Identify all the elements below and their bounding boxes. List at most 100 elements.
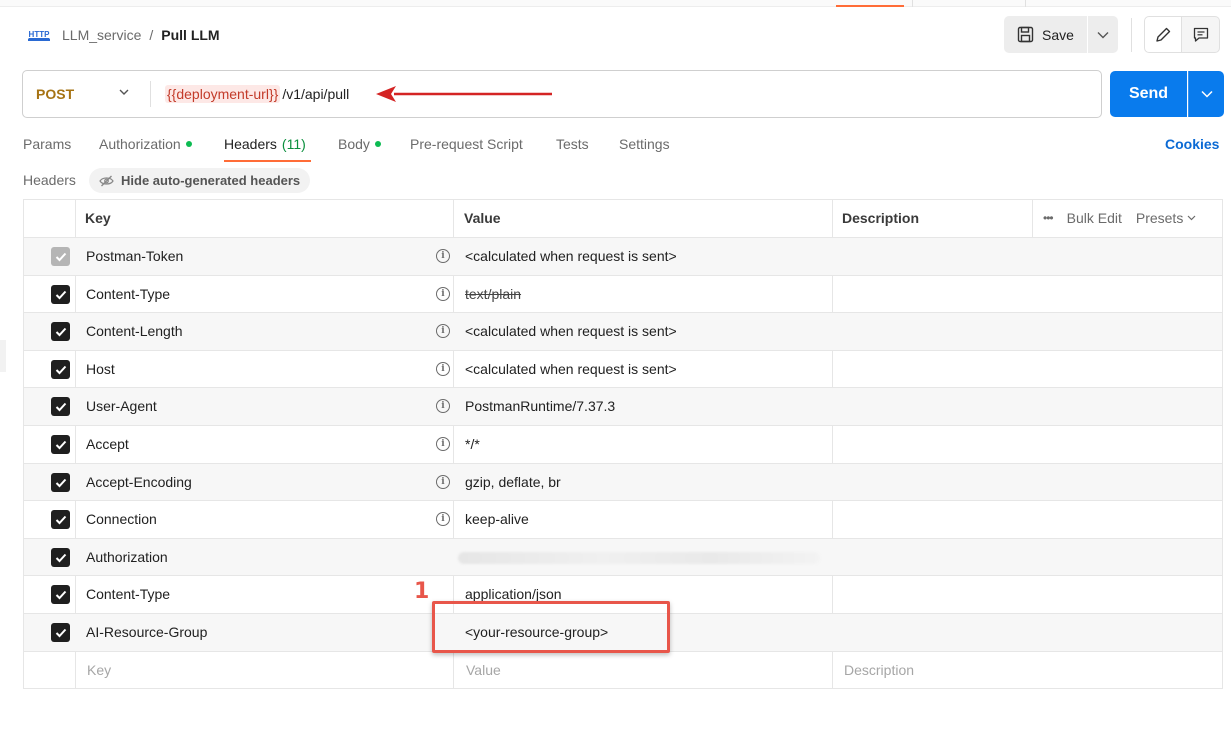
row-checkbox — [51, 247, 70, 266]
hide-auto-headers-label: Hide auto-generated headers — [121, 173, 301, 188]
header-value[interactable]: <calculated when request is sent> — [465, 361, 677, 377]
info-icon[interactable]: i — [436, 324, 450, 338]
row-checkbox[interactable] — [51, 397, 70, 416]
tab-params[interactable]: Params — [23, 136, 71, 152]
tab-label: Headers — [224, 136, 277, 152]
row-checkbox[interactable] — [51, 285, 70, 304]
new-description-input[interactable]: Description — [844, 662, 914, 678]
table-row: Content-Type i text/plain — [24, 275, 1222, 313]
header-key[interactable]: Postman-Token — [86, 248, 183, 264]
header-key[interactable]: Content-Type — [86, 286, 170, 302]
tab-tests[interactable]: Tests — [556, 136, 589, 152]
presets-label: Presets — [1135, 210, 1184, 226]
row-checkbox[interactable] — [51, 322, 70, 341]
sidebar-edge — [0, 340, 6, 372]
header-value[interactable]: gzip, deflate, br — [465, 474, 561, 490]
save-button[interactable]: Save — [1004, 16, 1087, 53]
url-input[interactable]: {{deployment-url}} /v1/api/pull — [165, 85, 349, 103]
header-value[interactable]: <calculated when request is sent> — [465, 248, 677, 264]
row-checkbox[interactable] — [51, 548, 70, 567]
info-icon[interactable]: i — [436, 475, 450, 489]
info-icon[interactable]: i — [436, 399, 450, 413]
checkmark-icon — [55, 590, 66, 599]
header-value[interactable]: PostmanRuntime/7.37.3 — [465, 398, 615, 414]
new-header-row[interactable]: Key Value Description — [24, 651, 1222, 689]
header-key[interactable]: Accept — [86, 436, 129, 452]
checkmark-icon — [55, 252, 66, 261]
chevron-down-icon — [1187, 215, 1196, 221]
header-key[interactable]: User-Agent — [86, 398, 157, 414]
row-checkbox[interactable] — [51, 510, 70, 529]
checkmark-icon — [55, 327, 66, 336]
cookies-link[interactable]: Cookies — [1165, 136, 1219, 152]
comments-button[interactable] — [1182, 16, 1220, 53]
header-key[interactable]: Authorization — [86, 549, 168, 565]
table-row: Accept i */* — [24, 425, 1222, 463]
checkmark-icon — [55, 628, 66, 637]
chevron-down-icon — [1097, 31, 1109, 38]
header-key[interactable]: Content-Length — [86, 323, 183, 339]
table-row: Accept-Encoding i gzip, deflate, br — [24, 463, 1222, 501]
request-url-bar: POST {{deployment-url}} /v1/api/pull — [22, 70, 1102, 118]
chevron-down-icon[interactable] — [117, 85, 131, 99]
info-icon[interactable]: i — [436, 437, 450, 451]
header-key[interactable]: AI-Resource-Group — [86, 624, 207, 640]
annotation-arrow — [376, 86, 552, 102]
tab-label: Tests — [556, 136, 589, 152]
tab-authorization[interactable]: Authorization — [99, 136, 192, 152]
header-value[interactable]: <calculated when request is sent> — [465, 323, 677, 339]
send-button[interactable]: Send — [1110, 71, 1187, 117]
tab-label: Body — [338, 136, 370, 152]
annotation-highlight-box — [432, 601, 670, 653]
more-options-icon[interactable]: ••• — [1043, 211, 1054, 225]
header-value[interactable]: text/plain — [465, 286, 521, 302]
header-key[interactable]: Content-Type — [86, 586, 170, 602]
presets-button[interactable]: Presets — [1136, 210, 1196, 226]
table-row: User-Agent i PostmanRuntime/7.37.3 — [24, 387, 1222, 425]
header-key[interactable]: Connection — [86, 511, 157, 527]
header-key[interactable]: Accept-Encoding — [86, 474, 192, 490]
headers-section-title: Headers — [23, 172, 76, 188]
tab-separator — [1025, 0, 1026, 7]
info-icon[interactable]: i — [436, 362, 450, 376]
table-actions: ••• Bulk Edit Presets — [1043, 210, 1196, 226]
row-checkbox[interactable] — [51, 435, 70, 454]
tab-pre-request-script[interactable]: Pre-request Script — [410, 136, 523, 152]
send-options-button[interactable] — [1188, 71, 1224, 117]
save-options-button[interactable] — [1088, 16, 1118, 53]
bulk-edit-button[interactable]: Bulk Edit — [1067, 210, 1122, 226]
hide-auto-headers-button[interactable]: Hide auto-generated headers — [89, 168, 310, 193]
info-icon[interactable]: i — [436, 512, 450, 526]
eye-off-icon — [99, 175, 114, 186]
url-variable[interactable]: {{deployment-url}} — [165, 85, 281, 103]
redacted-value[interactable] — [458, 552, 820, 564]
header-value[interactable]: application/json — [465, 586, 562, 602]
new-key-input[interactable]: Key — [87, 662, 111, 678]
request-title[interactable]: Pull LLM — [161, 27, 219, 43]
url-path: /v1/api/pull — [282, 86, 350, 102]
breadcrumb: HTTP LLM_service / Pull LLM — [28, 24, 220, 46]
pencil-icon — [1156, 27, 1171, 42]
header-value[interactable]: */* — [465, 436, 480, 452]
info-icon[interactable]: i — [436, 287, 450, 301]
breadcrumb-parent[interactable]: LLM_service — [62, 27, 141, 43]
header-value[interactable]: keep-alive — [465, 511, 529, 527]
table-row: Connection i keep-alive — [24, 500, 1222, 538]
tab-headers[interactable]: Headers (11) — [224, 136, 306, 152]
tab-label: Pre-request Script — [410, 136, 523, 152]
info-icon[interactable]: i — [436, 249, 450, 263]
tab-settings[interactable]: Settings — [619, 136, 670, 152]
new-value-input[interactable]: Value — [466, 662, 501, 678]
row-checkbox[interactable] — [51, 360, 70, 379]
row-checkbox[interactable] — [51, 473, 70, 492]
row-checkbox[interactable] — [51, 585, 70, 604]
header-key[interactable]: Host — [86, 361, 115, 377]
row-checkbox[interactable] — [51, 623, 70, 642]
column-header-value: Value — [464, 210, 501, 226]
tab-body[interactable]: Body — [338, 136, 381, 152]
edit-button[interactable] — [1144, 16, 1182, 53]
toolbar-divider — [1131, 18, 1132, 52]
method-select[interactable]: POST — [36, 86, 74, 102]
save-label: Save — [1042, 26, 1074, 43]
table-row: Host i <calculated when request is sent> — [24, 350, 1222, 388]
